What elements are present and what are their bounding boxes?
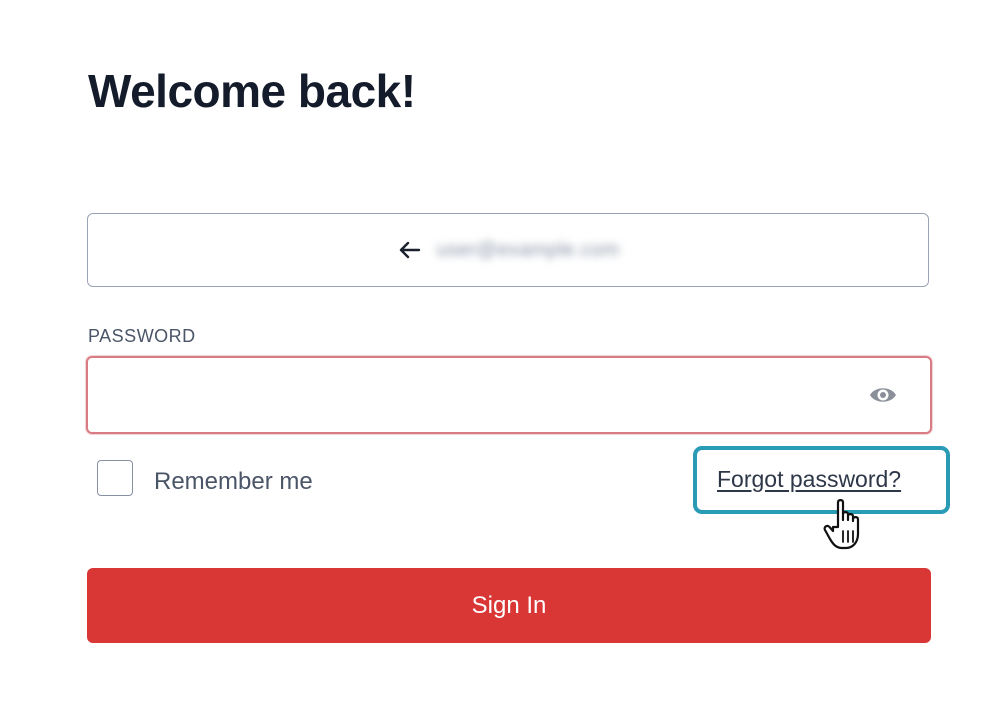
password-input[interactable] — [100, 368, 844, 424]
remember-me-label[interactable]: Remember me — [154, 468, 313, 496]
page-title: Welcome back! — [88, 65, 416, 117]
eye-icon[interactable] — [868, 382, 898, 408]
forgot-password-link[interactable]: Forgot password? — [717, 466, 901, 493]
arrow-left-icon[interactable] — [397, 240, 423, 260]
email-value: user@example.com — [436, 238, 620, 261]
sign-in-button[interactable]: Sign In — [87, 568, 931, 643]
remember-me-checkbox[interactable] — [97, 460, 133, 496]
password-field-container — [86, 356, 932, 434]
email-field[interactable]: user@example.com — [87, 213, 929, 287]
login-page: Welcome back! user@example.com PASSWORD … — [0, 0, 1000, 728]
pointer-hand-icon — [822, 498, 870, 552]
password-label: PASSWORD — [88, 326, 196, 346]
